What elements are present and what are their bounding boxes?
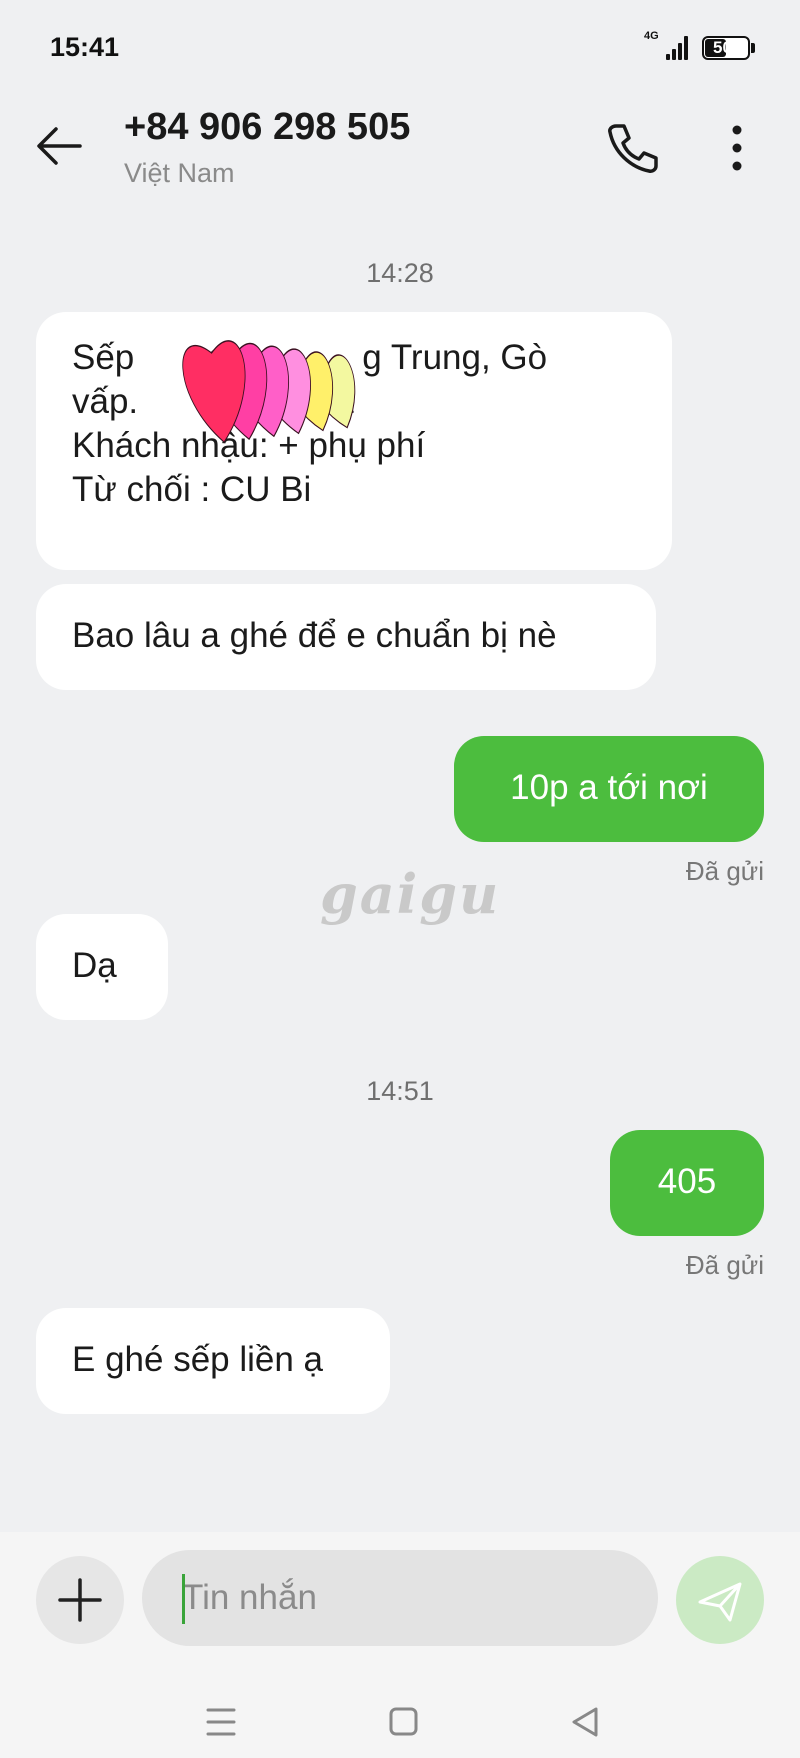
nav-back-button[interactable] bbox=[560, 1700, 610, 1744]
timestamp: 14:51 bbox=[366, 1076, 434, 1106]
status-time: 15:41 bbox=[50, 32, 120, 62]
menu-icon bbox=[206, 1708, 236, 1736]
message-text: 405 bbox=[657, 1162, 717, 1201]
battery-level: 50 bbox=[713, 38, 732, 57]
message-bubble-incoming[interactable]: Bao lâu a ghé để e chuẩn bị nè bbox=[36, 584, 656, 690]
status-bar: 15:41 4G 50 bbox=[0, 0, 800, 96]
text-caret bbox=[182, 1574, 185, 1624]
conversation-header: +84 906 298 505 Việt Nam bbox=[0, 96, 800, 206]
phone-icon bbox=[608, 124, 658, 173]
message-input[interactable] bbox=[142, 1550, 658, 1646]
battery-icon: 50 bbox=[702, 36, 750, 60]
nav-home-button[interactable] bbox=[378, 1700, 428, 1744]
nav-menu-button[interactable] bbox=[196, 1700, 246, 1744]
contact-number: +84 906 298 505 bbox=[124, 106, 411, 148]
message-line: Từ chối : CU Bi bbox=[72, 470, 312, 509]
network-type: 4G bbox=[644, 30, 659, 42]
message-text: Bao lâu a ghé để e chuẩn bị nè bbox=[72, 616, 557, 655]
watermark: gaigu bbox=[320, 862, 501, 926]
signal-icon: 4G bbox=[644, 30, 692, 62]
message-line: Sếp g Trung, Gò bbox=[72, 338, 548, 377]
message-text: Dạ bbox=[72, 946, 117, 985]
more-options-button[interactable] bbox=[712, 116, 762, 180]
send-button[interactable] bbox=[676, 1556, 764, 1644]
message-bubble-outgoing[interactable]: 10p a tới nơi bbox=[454, 736, 764, 842]
message-bubble-incoming[interactable]: Sếp g Trung, Gò vấp. ạ Khách nhậu: + phụ p… bbox=[36, 312, 672, 570]
message-line: Khách nhậu: + phụ phí bbox=[72, 426, 426, 465]
back-triangle-icon bbox=[572, 1707, 598, 1737]
message-text: E ghé sếp liền ạ bbox=[72, 1340, 324, 1379]
call-button[interactable] bbox=[600, 116, 664, 180]
arrow-left-icon bbox=[37, 127, 82, 165]
composer-bar bbox=[0, 1532, 800, 1758]
message-bubble-incoming[interactable]: E ghé sếp liền ạ bbox=[36, 1308, 390, 1414]
contact-region: Việt Nam bbox=[124, 158, 235, 188]
sent-status: Đã gửi bbox=[685, 1250, 764, 1280]
message-bubble-outgoing[interactable]: 405 bbox=[610, 1130, 764, 1236]
sent-status: Đã gửi bbox=[685, 856, 764, 886]
plus-icon bbox=[58, 1578, 102, 1622]
send-icon bbox=[698, 1582, 742, 1622]
home-square-icon bbox=[389, 1707, 418, 1736]
timestamp: 14:28 bbox=[366, 258, 434, 288]
more-vertical-icon bbox=[732, 125, 742, 171]
message-bubble-incoming[interactable]: Dạ bbox=[36, 914, 168, 1020]
attach-button[interactable] bbox=[36, 1556, 124, 1644]
message-line: vấp. ạ bbox=[72, 382, 354, 421]
back-button[interactable] bbox=[30, 116, 90, 176]
message-text: 10p a tới nơi bbox=[510, 768, 708, 807]
